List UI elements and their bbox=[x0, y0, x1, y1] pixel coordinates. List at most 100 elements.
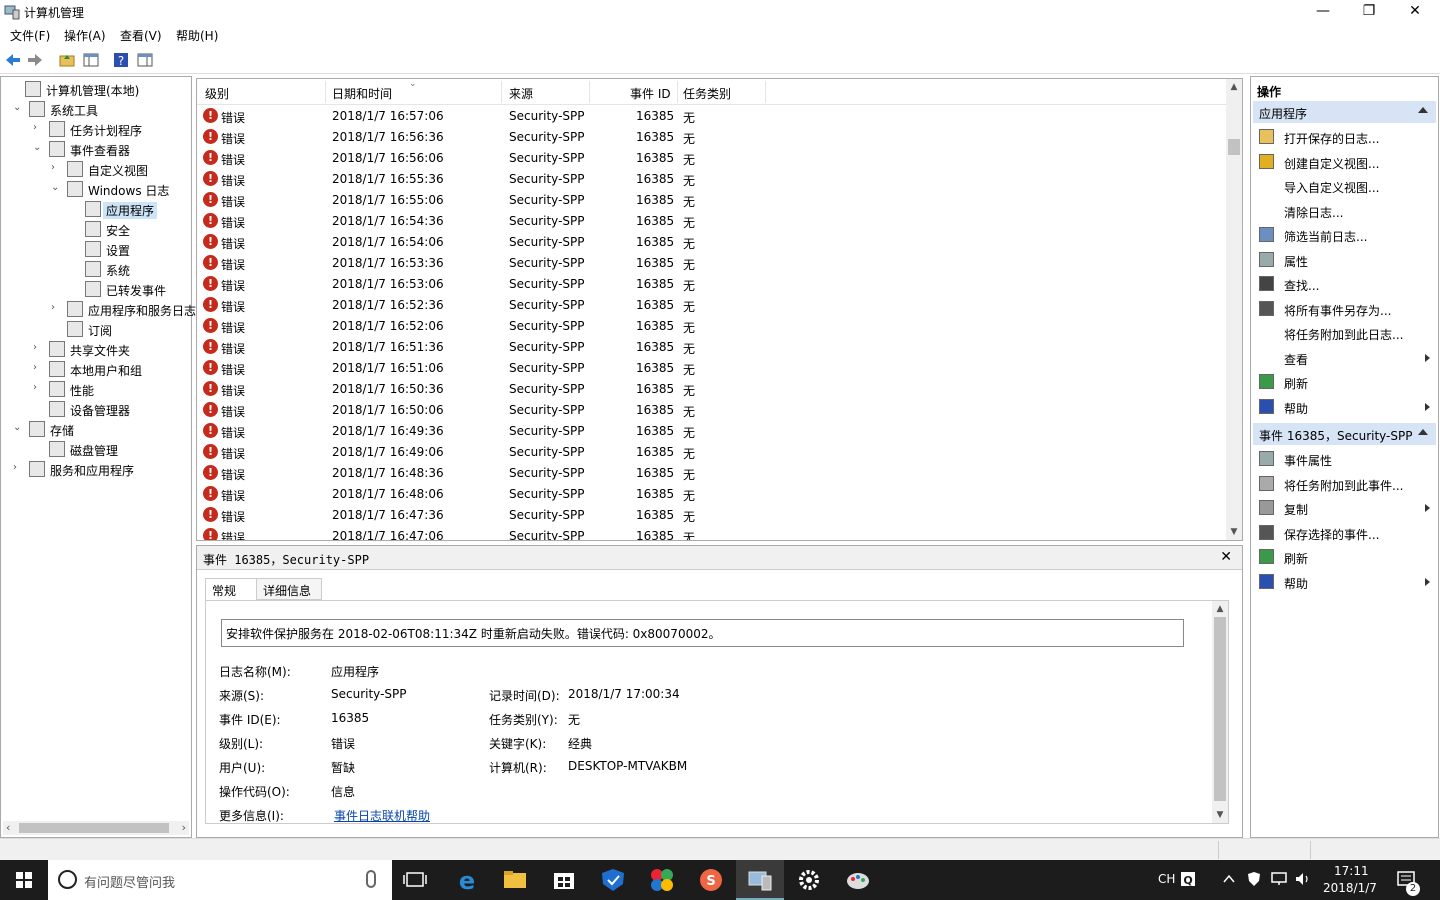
menu-help[interactable]: 帮助(H) bbox=[176, 27, 218, 44]
windows-start-icon[interactable] bbox=[0, 860, 48, 900]
collapse-chevron-icon[interactable]: ⌄ bbox=[13, 423, 23, 433]
edge-browser-icon[interactable]: e bbox=[443, 864, 491, 896]
expand-chevron-icon[interactable]: › bbox=[13, 463, 23, 473]
tree-item[interactable]: 已转发事件 bbox=[1, 279, 191, 299]
tree-item[interactable]: ⌄ 存储 bbox=[1, 419, 191, 439]
minimize-button[interactable]: — bbox=[1300, 0, 1346, 24]
scroll-left-icon[interactable]: ‹ bbox=[6, 821, 10, 834]
online-help-link[interactable]: 事件日志联机帮助 bbox=[334, 807, 430, 824]
settings-gear-icon[interactable] bbox=[785, 864, 833, 896]
scrollbar-thumb[interactable] bbox=[1228, 139, 1240, 155]
action-item[interactable]: 清除日志... bbox=[1253, 199, 1436, 223]
event-row[interactable]: ! 错误 2018/1/7 16:55:06 Security-SPP 16385 无 bbox=[197, 190, 1227, 211]
collapse-icon[interactable] bbox=[1418, 107, 1428, 113]
event-row[interactable]: ! 错误 2018/1/7 16:56:06 Security-SPP 16385 无 bbox=[197, 148, 1227, 169]
scroll-up-icon[interactable]: ▲ bbox=[1212, 601, 1228, 617]
collapse-icon[interactable] bbox=[1418, 429, 1428, 435]
tree-item[interactable]: › 共享文件夹 bbox=[1, 339, 191, 359]
tree-item[interactable]: › 自定义视图 bbox=[1, 159, 191, 179]
action-item[interactable]: 将任务附加到此事件... bbox=[1253, 472, 1436, 496]
action-item[interactable]: 复制 bbox=[1253, 496, 1436, 520]
security-shield-icon[interactable] bbox=[589, 864, 637, 896]
tab-general[interactable]: 常规 bbox=[205, 578, 257, 601]
defender-tray-icon[interactable] bbox=[1246, 870, 1262, 888]
event-row[interactable]: ! 错误 2018/1/7 16:47:06 Security-SPP 16385 无 bbox=[197, 526, 1227, 540]
expand-chevron-icon[interactable]: › bbox=[51, 303, 61, 313]
tree-item[interactable]: › 服务和应用程序 bbox=[1, 459, 191, 479]
tree-item[interactable]: ⌄ Windows 日志 bbox=[1, 179, 191, 199]
forward-icon[interactable] bbox=[26, 51, 44, 69]
event-row[interactable]: ! 错误 2018/1/7 16:53:06 Security-SPP 16385 无 bbox=[197, 274, 1227, 295]
scrollbar-thumb[interactable] bbox=[1214, 617, 1226, 801]
tree-item[interactable]: 订阅 bbox=[1, 319, 191, 339]
network-icon[interactable] bbox=[1270, 871, 1288, 887]
tree-item[interactable]: 安全 bbox=[1, 219, 191, 239]
tree-item[interactable]: 应用程序 bbox=[1, 199, 191, 219]
scroll-up-icon[interactable]: ▲ bbox=[1226, 79, 1242, 95]
ime-mode-icon[interactable]: Q bbox=[1180, 870, 1196, 888]
tree-item[interactable]: 设备管理器 bbox=[1, 399, 191, 419]
computer-management-taskbar-icon[interactable] bbox=[736, 864, 784, 896]
help-icon[interactable]: ? bbox=[112, 51, 130, 69]
action-item[interactable]: 属性 bbox=[1253, 248, 1436, 272]
tree-item[interactable]: 磁盘管理 bbox=[1, 439, 191, 459]
action-item[interactable]: 将所有事件另存为... bbox=[1253, 297, 1436, 321]
back-icon[interactable] bbox=[4, 51, 22, 69]
event-row[interactable]: ! 错误 2018/1/7 16:51:06 Security-SPP 16385 无 bbox=[197, 358, 1227, 379]
event-row[interactable]: ! 错误 2018/1/7 16:52:06 Security-SPP 16385 无 bbox=[197, 316, 1227, 337]
tree-item[interactable]: ⌄ 事件查看器 bbox=[1, 139, 191, 159]
event-row[interactable]: ! 错误 2018/1/7 16:49:06 Security-SPP 16385 无 bbox=[197, 442, 1227, 463]
menu-action[interactable]: 操作(A) bbox=[64, 27, 106, 44]
up-folder-icon[interactable] bbox=[58, 51, 76, 69]
cortana-search-box[interactable]: 有问题尽管问我 bbox=[48, 860, 392, 900]
action-item[interactable]: 查看 bbox=[1253, 346, 1436, 370]
column-divider[interactable] bbox=[501, 81, 502, 103]
tree-item[interactable]: › 任务计划程序 bbox=[1, 119, 191, 139]
action-item[interactable]: 筛选当前日志... bbox=[1253, 223, 1436, 247]
tree-item[interactable]: 设置 bbox=[1, 239, 191, 259]
event-description[interactable]: 安排软件保护服务在 2018-02-06T08:11:34Z 时重新启动失败。错… bbox=[221, 619, 1184, 647]
action-item[interactable]: 刷新 bbox=[1253, 370, 1436, 394]
scrollbar-thumb[interactable] bbox=[19, 823, 169, 833]
event-row[interactable]: ! 错误 2018/1/7 16:48:06 Security-SPP 16385 无 bbox=[197, 484, 1227, 505]
column-divider[interactable] bbox=[677, 81, 678, 103]
clock-date[interactable]: 2018/1/7 bbox=[1323, 881, 1377, 900]
task-view-icon[interactable] bbox=[392, 864, 440, 896]
ime-indicator[interactable]: CH bbox=[1158, 872, 1175, 900]
action-item[interactable]: 导入自定义视图... bbox=[1253, 174, 1436, 198]
tree-item[interactable]: ⌄ 系统工具 bbox=[1, 99, 191, 119]
event-row[interactable]: ! 错误 2018/1/7 16:53:36 Security-SPP 16385 无 bbox=[197, 253, 1227, 274]
tab-details[interactable]: 详细信息 bbox=[256, 578, 322, 600]
tree-item[interactable]: › 本地用户和组 bbox=[1, 359, 191, 379]
pinwheel-app-icon[interactable] bbox=[638, 864, 686, 896]
actions-section-event[interactable]: 事件 16385，Security-SPP bbox=[1253, 423, 1436, 445]
action-item[interactable]: 帮助 bbox=[1253, 395, 1436, 419]
close-button[interactable]: ✕ bbox=[1392, 0, 1438, 24]
action-item[interactable]: 创建自定义视图... bbox=[1253, 150, 1436, 174]
action-item[interactable]: 将任务附加到此日志... bbox=[1253, 321, 1436, 345]
list-vertical-scrollbar[interactable]: ▲ ▼ bbox=[1226, 79, 1242, 540]
tree-item[interactable]: 系统 bbox=[1, 259, 191, 279]
event-row[interactable]: ! 错误 2018/1/7 16:50:36 Security-SPP 16385 无 bbox=[197, 379, 1227, 400]
event-row[interactable]: ! 错误 2018/1/7 16:48:36 Security-SPP 16385 无 bbox=[197, 463, 1227, 484]
column-datetime[interactable]: 日期和时间 bbox=[332, 85, 392, 102]
event-row[interactable]: ! 错误 2018/1/7 16:54:36 Security-SPP 16385 无 bbox=[197, 211, 1227, 232]
scroll-right-icon[interactable]: › bbox=[182, 821, 186, 834]
collapse-chevron-icon[interactable]: ⌄ bbox=[33, 143, 43, 153]
column-level[interactable]: 级别 bbox=[205, 85, 229, 102]
column-divider[interactable] bbox=[325, 81, 326, 103]
action-item[interactable]: 保存选择的事件... bbox=[1253, 521, 1436, 545]
expand-chevron-icon[interactable]: › bbox=[33, 343, 43, 353]
paint-app-icon[interactable] bbox=[834, 864, 882, 896]
sogou-input-icon[interactable]: S bbox=[687, 864, 735, 896]
volume-icon[interactable] bbox=[1294, 871, 1312, 887]
menu-view[interactable]: 查看(V) bbox=[120, 27, 162, 44]
column-event-id[interactable]: 事件 ID bbox=[630, 85, 671, 102]
event-row[interactable]: ! 错误 2018/1/7 16:51:36 Security-SPP 16385 无 bbox=[197, 337, 1227, 358]
action-item[interactable]: 查找... bbox=[1253, 272, 1436, 296]
expand-chevron-icon[interactable]: › bbox=[33, 363, 43, 373]
tree-item[interactable]: › 应用程序和服务日志 bbox=[1, 299, 196, 319]
action-item[interactable]: 帮助 bbox=[1253, 570, 1436, 594]
show-hidden-icons-icon[interactable] bbox=[1222, 873, 1236, 885]
collapse-chevron-icon[interactable]: ⌄ bbox=[51, 183, 61, 193]
